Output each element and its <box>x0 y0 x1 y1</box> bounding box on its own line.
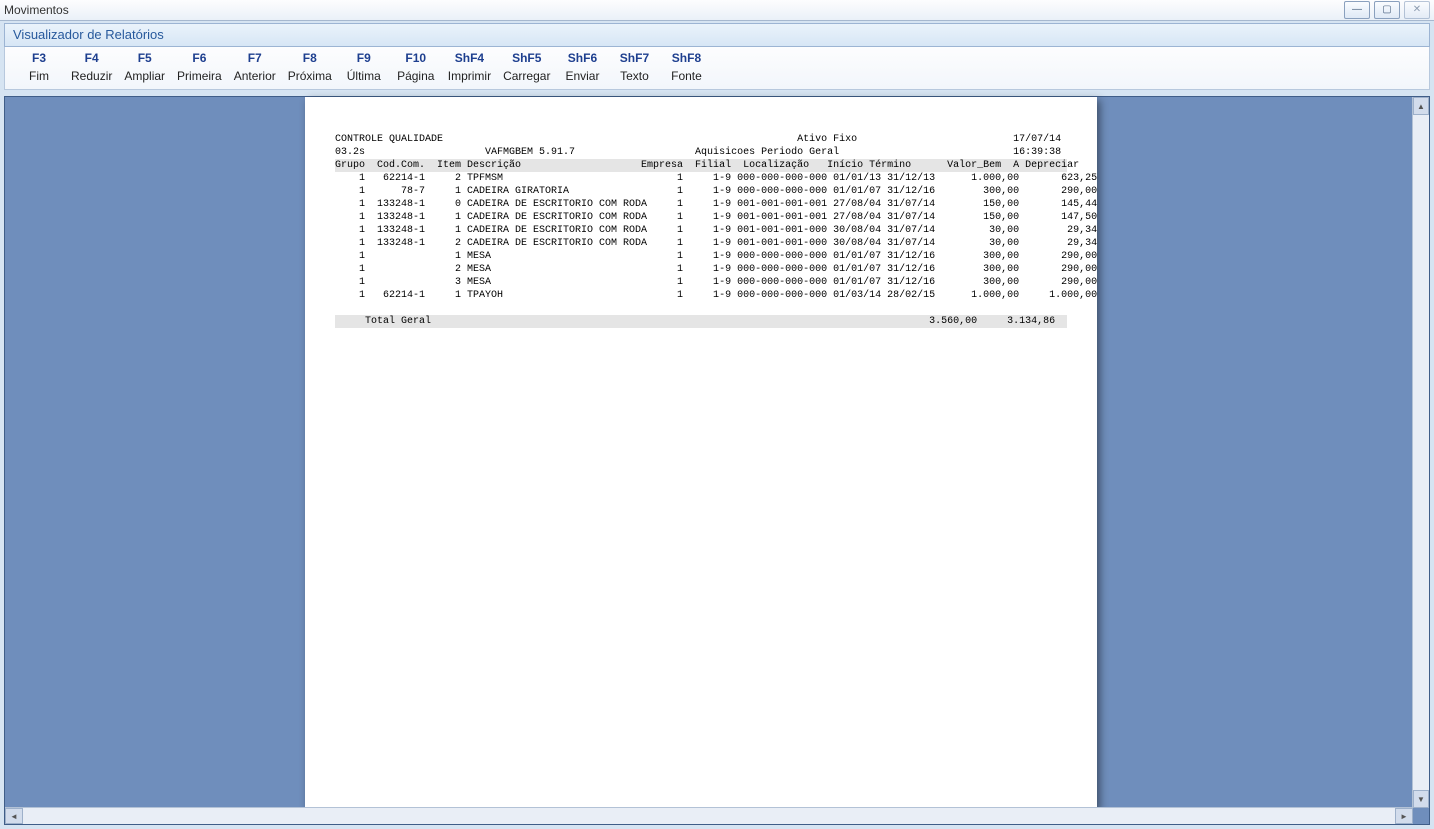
outer-window-titlebar: Movimentos — ▢ ✕ <box>0 0 1434 21</box>
inner-window-title: Visualizador de Relatórios <box>13 27 164 42</box>
toolbar-label: Carregar <box>503 67 550 85</box>
report-body: CONTROLE QUALIDADE Ativo Fixo 17/07/1403… <box>305 97 1097 328</box>
toolbar-label: Enviar <box>562 67 602 85</box>
toolbar-label: Ampliar <box>124 67 165 85</box>
scroll-down-icon[interactable]: ▼ <box>1413 790 1429 808</box>
toolbar-key: ShF6 <box>562 49 602 67</box>
scroll-up-icon[interactable]: ▲ <box>1413 97 1429 115</box>
window-controls: — ▢ ✕ <box>1344 1 1430 19</box>
table-row: 1 133248-1 0 CADEIRA DE ESCRITORIO COM R… <box>335 198 1067 211</box>
toolbar-key: ShF5 <box>503 49 550 67</box>
toolbar-item-próxima[interactable]: F8Próxima <box>282 49 338 85</box>
toolbar-key: F8 <box>288 49 332 67</box>
table-row: 1 2 MESA 1 1-9 000-000-000-000 01/01/07 … <box>335 263 1067 276</box>
toolbar-item-última[interactable]: F9Última <box>338 49 390 85</box>
toolbar-item-enviar[interactable]: ShF6Enviar <box>556 49 608 85</box>
table-row: 1 133248-1 1 CADEIRA DE ESCRITORIO COM R… <box>335 224 1067 237</box>
outer-window-title: Movimentos <box>4 3 69 17</box>
toolbar-label: Fim <box>19 67 59 85</box>
toolbar-key: F10 <box>396 49 436 67</box>
toolbar-key: F5 <box>124 49 165 67</box>
maximize-button[interactable]: ▢ <box>1374 1 1400 19</box>
toolbar-item-reduzir[interactable]: F4Reduzir <box>65 49 118 85</box>
toolbar-label: Página <box>396 67 436 85</box>
scroll-left-icon[interactable]: ◄ <box>5 808 23 824</box>
toolbar-label: Imprimir <box>448 67 491 85</box>
toolbar-item-anterior[interactable]: F7Anterior <box>228 49 282 85</box>
toolbar-key: F9 <box>344 49 384 67</box>
table-row: 1 133248-1 1 CADEIRA DE ESCRITORIO COM R… <box>335 211 1067 224</box>
close-button[interactable]: ✕ <box>1404 1 1430 19</box>
toolbar-label: Texto <box>614 67 654 85</box>
toolbar-label: Anterior <box>234 67 276 85</box>
toolbar-key: F7 <box>234 49 276 67</box>
toolbar-item-imprimir[interactable]: ShF4Imprimir <box>442 49 497 85</box>
inner-window-titlebar: Visualizador de Relatórios <box>4 23 1430 47</box>
table-row: 1 78-7 1 CADEIRA GIRATORIA 1 1-9 000-000… <box>335 185 1067 198</box>
total-row: Total Geral 3.560,00 3.134,86 <box>335 315 1067 328</box>
toolbar-label: Última <box>344 67 384 85</box>
report-viewport: CONTROLE QUALIDADE Ativo Fixo 17/07/1403… <box>4 96 1430 825</box>
vertical-scrollbar[interactable]: ▲ ▼ <box>1412 97 1429 808</box>
table-row: 1 1 MESA 1 1-9 000-000-000-000 01/01/07 … <box>335 250 1067 263</box>
toolbar-item-fim[interactable]: F3Fim <box>13 49 65 85</box>
toolbar-item-fonte[interactable]: ShF8Fonte <box>660 49 712 85</box>
toolbar-label: Reduzir <box>71 67 112 85</box>
toolbar-label: Próxima <box>288 67 332 85</box>
toolbar-key: ShF4 <box>448 49 491 67</box>
report-page: CONTROLE QUALIDADE Ativo Fixo 17/07/1403… <box>305 97 1097 809</box>
toolbar-item-carregar[interactable]: ShF5Carregar <box>497 49 556 85</box>
toolbar-key: F6 <box>177 49 222 67</box>
minimize-button[interactable]: — <box>1344 1 1370 19</box>
toolbar-item-página[interactable]: F10Página <box>390 49 442 85</box>
toolbar: F3FimF4ReduzirF5AmpliarF6PrimeiraF7Anter… <box>4 47 1430 90</box>
toolbar-key: F4 <box>71 49 112 67</box>
toolbar-label: Primeira <box>177 67 222 85</box>
toolbar-item-ampliar[interactable]: F5Ampliar <box>118 49 171 85</box>
toolbar-key: ShF7 <box>614 49 654 67</box>
toolbar-item-primeira[interactable]: F6Primeira <box>171 49 228 85</box>
toolbar-key: ShF8 <box>666 49 706 67</box>
table-row: 1 62214-1 2 TPFMSM 1 1-9 000-000-000-000… <box>335 172 1067 185</box>
toolbar-label: Fonte <box>666 67 706 85</box>
table-row: 1 62214-1 1 TPAYOH 1 1-9 000-000-000-000… <box>335 289 1067 302</box>
toolbar-key: F3 <box>19 49 59 67</box>
table-row: 1 133248-1 2 CADEIRA DE ESCRITORIO COM R… <box>335 237 1067 250</box>
scroll-right-icon[interactable]: ► <box>1395 808 1413 824</box>
horizontal-scrollbar[interactable]: ◄ ► <box>5 807 1413 824</box>
table-row: 1 3 MESA 1 1-9 000-000-000-000 01/01/07 … <box>335 276 1067 289</box>
toolbar-item-texto[interactable]: ShF7Texto <box>608 49 660 85</box>
